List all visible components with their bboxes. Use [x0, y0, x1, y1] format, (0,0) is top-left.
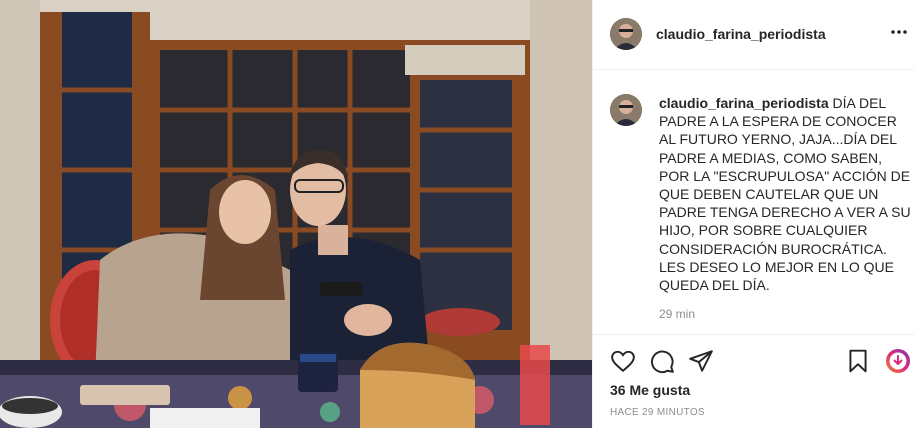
username-link[interactable]: claudio_farina_periodista [656, 26, 826, 42]
caption-time[interactable]: 29 min [659, 307, 695, 321]
comment-icon[interactable] [649, 348, 675, 374]
likes-count[interactable]: 36 Me gusta [610, 382, 690, 398]
bookmark-icon[interactable] [845, 348, 871, 374]
caption-avatar[interactable] [610, 94, 642, 126]
caption-text: DÍA DEL PADRE A LA ESPERA DE CONOCER AL … [659, 95, 911, 294]
more-horizontal-icon[interactable] [889, 22, 909, 45]
action-bar: 36 Me gusta HACE 29 MINUTOS [593, 334, 914, 428]
caption-username[interactable]: claudio_farina_periodista [659, 95, 829, 111]
download-circle-icon[interactable] [885, 348, 911, 374]
avatar-image [610, 18, 642, 50]
heart-icon[interactable] [610, 348, 636, 374]
post-header: claudio_farina_periodista [593, 0, 914, 70]
avatar-image [610, 94, 642, 126]
post-timestamp[interactable]: HACE 29 MINUTOS [610, 407, 705, 418]
send-icon[interactable] [688, 348, 714, 374]
avatar[interactable] [610, 18, 642, 50]
post-side-panel: claudio_farina_periodista claudio_farina… [592, 0, 914, 428]
photo-scene [0, 0, 592, 428]
post-photo[interactable] [0, 0, 592, 428]
caption-text-block: claudio_farina_periodista DÍA DEL PADRE … [659, 94, 911, 294]
